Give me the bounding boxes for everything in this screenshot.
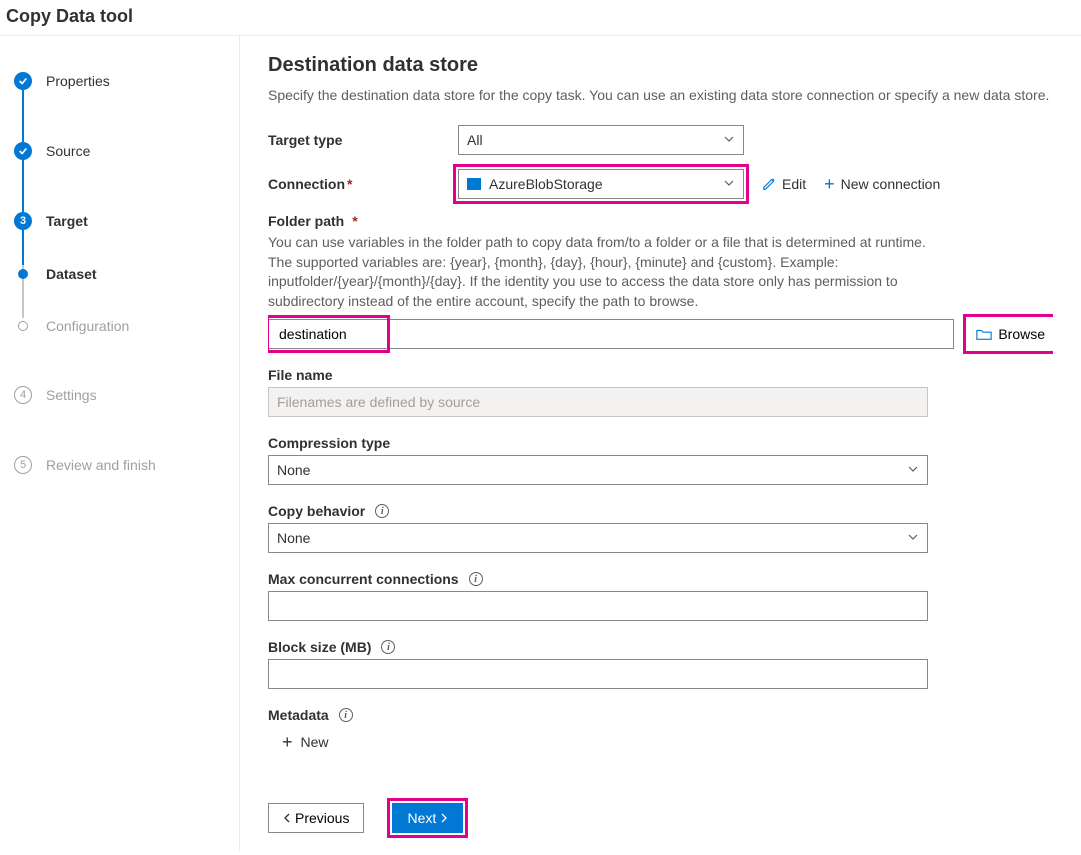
max-conn-input-wrap [268,591,928,621]
step-number-icon: 3 [14,212,32,230]
wizard-sidebar: Properties Source 3 Target Dataset Confi… [0,36,240,851]
check-icon [14,142,32,160]
folder-path-help: You can use variables in the folder path… [268,233,928,311]
copy-behavior-value: None [277,530,310,546]
info-icon[interactable]: i [375,504,389,518]
chevron-down-icon [907,530,919,546]
substep-configuration[interactable]: Configuration [0,308,239,344]
plus-icon: + [824,175,835,193]
target-type-select[interactable]: All [458,125,744,155]
step-label: Review and finish [46,457,156,473]
step-target[interactable]: 3 Target [0,202,239,240]
step-label: Properties [46,73,110,89]
metadata-new-label: New [301,734,329,750]
browse-label: Browse [998,326,1045,342]
metadata-new-button[interactable]: + New [282,733,329,751]
new-connection-button[interactable]: + New connection [824,175,940,193]
copy-behavior-select[interactable]: None [268,523,928,553]
folder-path-input-wrap [268,319,954,349]
next-button[interactable]: Next [392,803,463,833]
info-icon[interactable]: i [339,708,353,722]
step-label: Source [46,143,90,159]
step-review-finish[interactable]: 5 Review and finish [0,446,239,484]
folder-path-input[interactable] [277,321,945,347]
step-source[interactable]: Source [0,132,239,170]
substep-label: Configuration [46,318,129,334]
edit-label: Edit [782,176,806,192]
filename-input: Filenames are defined by source [268,387,928,417]
filename-placeholder: Filenames are defined by source [277,394,480,410]
compression-label: Compression type [268,435,390,451]
chevron-down-icon [723,176,735,192]
main-panel: Destination data store Specify the desti… [240,36,1081,851]
block-size-label: Block size (MB) [268,639,371,655]
new-connection-label: New connection [841,176,941,192]
next-label: Next [407,810,436,826]
step-number-icon: 5 [14,456,32,474]
folder-path-label: Folder path [268,213,344,229]
substep-dot-icon [18,321,28,331]
check-icon [14,72,32,90]
required-asterisk: * [352,213,357,229]
folder-icon [976,327,992,341]
edit-connection-button[interactable]: Edit [762,176,806,192]
copy-behavior-label: Copy behavior [268,503,365,519]
page-description: Specify the destination data store for t… [268,87,1053,103]
info-icon[interactable]: i [469,572,483,586]
target-type-value: All [467,132,483,148]
pencil-icon [762,177,776,191]
substep-label: Dataset [46,266,97,282]
app-title: Copy Data tool [0,0,1081,36]
connection-value: AzureBlobStorage [489,176,603,192]
wizard-footer: Previous Next [268,787,1053,851]
metadata-label: Metadata [268,707,329,723]
filename-label: File name [268,367,333,383]
browse-button[interactable]: Browse [968,319,1053,349]
compression-value: None [277,462,310,478]
step-label: Target [46,213,88,229]
required-asterisk: * [347,176,352,192]
chevron-down-icon [907,462,919,478]
block-size-input-wrap [268,659,928,689]
max-conn-input[interactable] [277,593,919,619]
chevron-left-icon [283,813,291,823]
substep-dataset[interactable]: Dataset [0,256,239,292]
max-conn-label: Max concurrent connections [268,571,459,587]
step-label: Settings [46,387,97,403]
page-title: Destination data store [268,54,1053,77]
connection-label: Connection* [268,176,458,192]
previous-button[interactable]: Previous [268,803,364,833]
target-type-label: Target type [268,132,458,148]
previous-label: Previous [295,810,349,826]
step-settings[interactable]: 4 Settings [0,376,239,414]
step-properties[interactable]: Properties [0,62,239,100]
connection-select[interactable]: AzureBlobStorage [458,169,744,199]
substep-dot-icon [18,269,28,279]
storage-icon [467,178,481,190]
compression-select[interactable]: None [268,455,928,485]
info-icon[interactable]: i [381,640,395,654]
plus-icon: + [282,733,293,751]
chevron-right-icon [440,813,448,823]
step-number-icon: 4 [14,386,32,404]
chevron-down-icon [723,132,735,148]
step-connector-line [22,88,24,318]
block-size-input[interactable] [277,661,919,687]
